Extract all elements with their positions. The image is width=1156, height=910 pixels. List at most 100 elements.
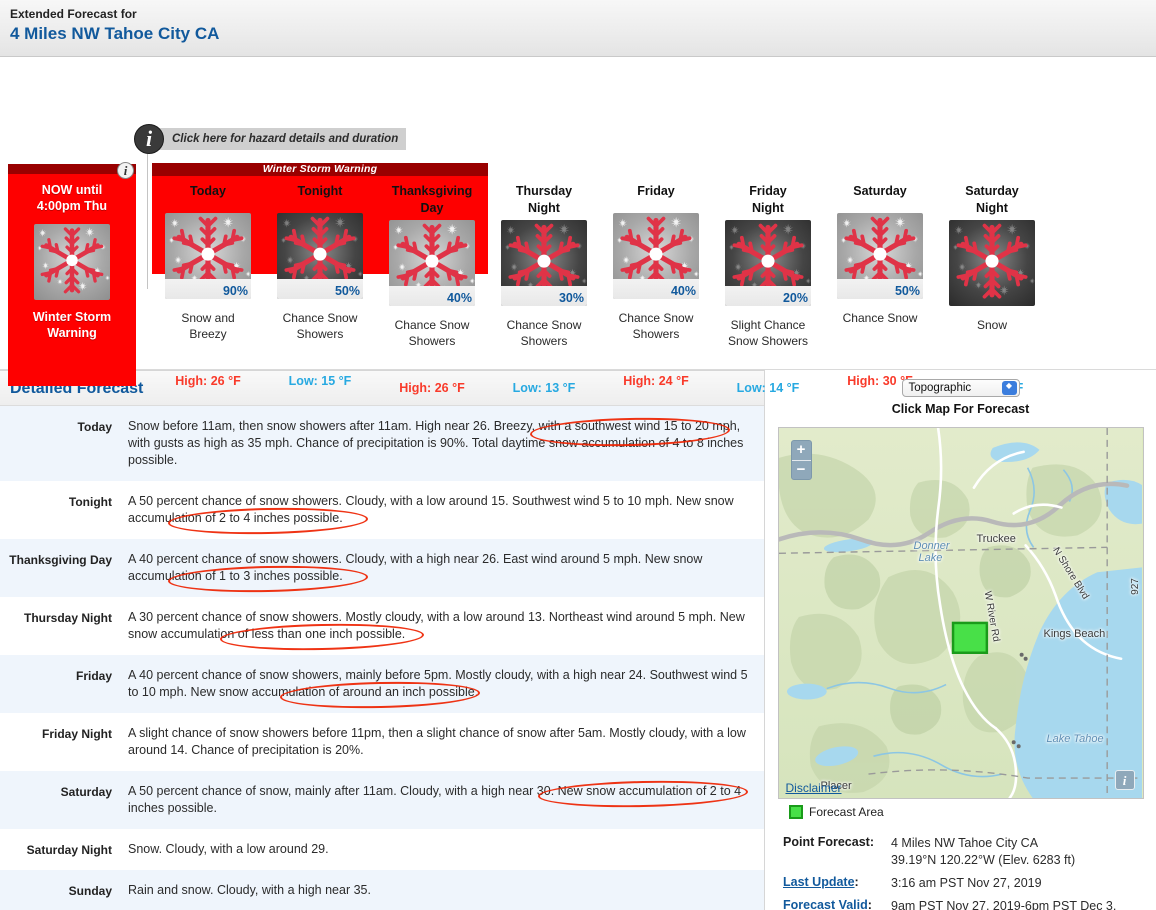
- forecast-condition: Chance Snow: [842, 311, 918, 325]
- warning-time-line2: 4:00pm Thu: [36, 199, 108, 213]
- chevron-updown-icon: ◆: [1001, 381, 1017, 395]
- hazard-details-link[interactable]: i Click here for hazard details and dura…: [134, 124, 407, 154]
- warning-info-icon[interactable]: i: [117, 162, 134, 179]
- detailed-forecast-period: Tonight: [68, 495, 112, 509]
- warning-label-line2: Warning: [47, 326, 97, 340]
- forecast-day-name: Saturday Night: [965, 184, 1019, 215]
- point-forecast-info: Point Forecast: 4 Miles NW Tahoe City CA…: [783, 835, 1146, 910]
- map-place-label: Truckee: [976, 533, 1016, 545]
- map-panel: Topographic ◆ Click Map For Forecast Tru…: [765, 370, 1156, 910]
- precip-probability: 30%: [558, 291, 584, 305]
- forecast-column[interactable]: Friday Night 20% Slight Chance Snow Show…: [712, 176, 824, 395]
- forecast-valid-link[interactable]: Forecast Valid:: [783, 898, 891, 910]
- map-place-label: Lake Tahoe: [1046, 733, 1104, 745]
- forecast-condition: Chance Snow Showers: [506, 318, 582, 348]
- forecast-temperature: High: 26 °F: [175, 374, 241, 388]
- detailed-forecast-row: Thanksgiving Day A 40 percent chance of …: [0, 539, 764, 597]
- forecast-column[interactable]: Thursday Night 30% Chance Snow Showers L…: [488, 176, 600, 395]
- storm-band-title: Winter Storm Warning: [262, 163, 378, 175]
- map-place-label: Lake: [918, 552, 943, 564]
- precip-probability: 20%: [782, 291, 808, 305]
- zoom-in-button[interactable]: +: [791, 441, 811, 460]
- forecast-day-name: Today: [190, 184, 226, 198]
- forecast-area-legend: Forecast Area: [789, 805, 1146, 819]
- forecast-area-label: Forecast Area: [809, 805, 884, 819]
- day-snow-icon: 40%: [389, 220, 475, 306]
- forecast-map[interactable]: Truckee Donner Lake Kings Beach N Shore Blvd…: [777, 427, 1144, 799]
- disclaimer-link[interactable]: Disclaimer: [786, 781, 842, 795]
- map-layer-value: Topographic: [908, 382, 972, 394]
- forecast-condition: Chance Snow Showers: [394, 318, 470, 348]
- night-snow-icon: 20%: [725, 220, 811, 306]
- detailed-forecast-text: A 40 percent chance of snow showers, mai…: [120, 655, 764, 713]
- detailed-forecast-period: Saturday: [60, 785, 112, 799]
- last-update-link[interactable]: Last Update:: [783, 875, 891, 892]
- hazard-details-label: Click here for hazard details and durati…: [156, 128, 407, 150]
- forecast-condition: Chance Snow Showers: [282, 311, 358, 341]
- forecast-day-name: Thanksgiving Day: [391, 184, 473, 215]
- detailed-forecast-period: Sunday: [68, 884, 112, 898]
- map-place-label: Donner: [913, 540, 950, 552]
- precip-probability: 50%: [894, 284, 920, 298]
- page-header: Extended Forecast for 4 Miles NW Tahoe C…: [0, 0, 1156, 57]
- forecast-column[interactable]: Friday 40% Chance Snow Showers High: 24 …: [600, 176, 712, 395]
- click-map-label: Click Map For Forecast: [891, 402, 1030, 416]
- night-snow-icon: 50%: [277, 213, 363, 299]
- precip-probability: 40%: [670, 284, 696, 298]
- detailed-forecast-row: Saturday A 50 percent chance of snow, ma…: [0, 771, 764, 829]
- info-icon: i: [134, 124, 164, 154]
- detailed-forecast-text: A 50 percent chance of snow showers. Clo…: [120, 481, 764, 539]
- detailed-forecast-period: Friday: [75, 669, 112, 683]
- detailed-forecast-period: Today: [77, 420, 112, 434]
- detailed-forecast-row: Friday Night A slight chance of snow sho…: [0, 713, 764, 771]
- detailed-forecast-text: Snow. Cloudy, with a low around 29.: [128, 842, 329, 856]
- detailed-forecast-period: Friday Night: [41, 727, 112, 741]
- forecast-day-name: Friday: [637, 184, 675, 198]
- map-zoom-controls[interactable]: + −: [790, 440, 812, 480]
- detailed-forecast-period: Thursday Night: [23, 611, 112, 625]
- zoom-out-button[interactable]: −: [791, 460, 811, 479]
- lower-area: Detailed Forecast Today Snow before 11am…: [0, 370, 1156, 910]
- warning-time-line1: NOW until: [41, 183, 103, 197]
- winter-storm-warning-box[interactable]: i NOW until 4:00pm Thu Winter Storm Warn…: [8, 162, 136, 386]
- detailed-forecast-row: Today Snow before 11am, then snow shower…: [0, 406, 764, 481]
- page-subtitle: Extended Forecast for: [10, 7, 137, 21]
- forecast-column[interactable]: Saturday Night Snow: [936, 176, 1048, 395]
- forecast-condition: Chance Snow Showers: [618, 311, 694, 341]
- point-forecast-place: 4 Miles NW Tahoe City CA: [891, 836, 1039, 850]
- forecast-temperature: Low: 14 °F: [736, 381, 800, 395]
- forecast-area-swatch: [789, 805, 803, 819]
- forecast-column[interactable]: Thanksgiving Day 40% Chance Snow Showers…: [376, 176, 488, 395]
- forecast-temperature: Low: 15 °F: [288, 374, 352, 388]
- forecast-condition: Snow: [976, 318, 1008, 332]
- map-layer-select[interactable]: Topographic ◆: [901, 379, 1020, 397]
- forecast-column[interactable]: Saturday 50% Chance Snow High: 30 °F: [824, 176, 936, 395]
- precip-probability: 90%: [222, 284, 248, 298]
- detailed-forecast-text: A 40 percent chance of snow showers. Clo…: [120, 539, 764, 597]
- forecast-strip: i Click here for hazard details and dura…: [0, 57, 1156, 395]
- forecast-condition: Snow and Breezy: [181, 311, 235, 341]
- forecast-valid-value: 9am PST Nov 27, 2019-6pm PST Dec 3, 2019: [891, 899, 1117, 910]
- forecast-temperature: High: 26 °F: [399, 381, 465, 395]
- day-snow-icon: 50%: [837, 213, 923, 299]
- forecast-column[interactable]: Today 90% Snow and Breezy High: 26 °F: [152, 176, 264, 395]
- forecast-day-name: Friday Night: [749, 184, 787, 215]
- forecast-condition: Slight Chance Snow Showers: [727, 318, 809, 348]
- strip-divider: [147, 149, 148, 289]
- map-info-icon[interactable]: i: [1114, 770, 1135, 790]
- warning-label-line1: Winter Storm: [32, 310, 112, 324]
- detailed-forecast-text: A slight chance of snow showers before 1…: [128, 726, 746, 757]
- detailed-forecast-row: Friday A 40 percent chance of snow showe…: [0, 655, 764, 713]
- day-snow-icon: 90%: [165, 213, 251, 299]
- forecast-column[interactable]: Tonight 50% Chance Snow Showers Low: 15 …: [264, 176, 376, 395]
- forecast-day-name: Thursday Night: [515, 184, 573, 215]
- detailed-forecast-row: Tonight A 50 percent chance of snow show…: [0, 481, 764, 539]
- map-place-label: 927: [1129, 578, 1141, 595]
- forecast-day-name: Saturday: [853, 184, 907, 198]
- detailed-forecast-text: A 30 percent chance of snow showers. Mos…: [120, 597, 764, 655]
- detailed-forecast-period: Saturday Night: [26, 843, 112, 857]
- forecast-columns: Today 90% Snow and Breezy High: 26 °F To…: [152, 176, 1148, 395]
- night-snow-icon: 30%: [501, 220, 587, 306]
- detailed-forecast-text: Rain and snow. Cloudy, with a high near …: [128, 883, 371, 897]
- forecast-day-name: Tonight: [297, 184, 343, 198]
